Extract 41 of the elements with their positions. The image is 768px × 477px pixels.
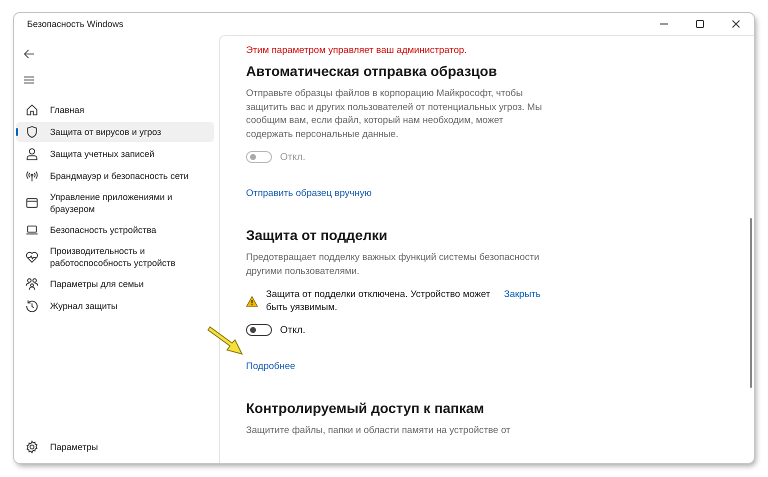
back-arrow-icon bbox=[23, 48, 35, 60]
close-icon bbox=[731, 19, 741, 29]
scrollbar[interactable] bbox=[750, 218, 752, 388]
toggle-label: Откл. bbox=[280, 324, 306, 336]
toggle-switch[interactable] bbox=[246, 324, 272, 336]
heart-pulse-icon bbox=[25, 250, 39, 264]
sidebar-item[interactable]: Защита учетных записей bbox=[16, 144, 214, 164]
section-description: Предотвращает подделку важных функций системы безопасности другими пользователями. bbox=[246, 251, 540, 278]
home-icon bbox=[25, 103, 39, 117]
window-title: Безопасность Windows bbox=[27, 19, 124, 29]
warning-icon bbox=[246, 296, 258, 306]
sidebar-item[interactable]: Параметры для семьи bbox=[16, 274, 214, 294]
warning-text: Защита от подделки отключена. Устройство может быть уязвимым. bbox=[266, 288, 492, 314]
sidebar-item[interactable]: Защита от вирусов и угроз bbox=[16, 122, 214, 142]
person-icon bbox=[25, 147, 39, 161]
settings-icon bbox=[25, 440, 39, 454]
maximize-icon bbox=[695, 19, 705, 29]
sidebar-item[interactable]: Главная bbox=[16, 100, 214, 120]
wireless-signal-icon bbox=[25, 169, 39, 183]
sidebar-item[interactable]: Производительность и работоспособность устройств bbox=[16, 242, 214, 272]
settings-item[interactable]: Параметры bbox=[16, 437, 214, 457]
section-heading: Автоматическая отправка образцов bbox=[246, 63, 498, 79]
family-icon bbox=[25, 277, 39, 291]
history-clock-icon bbox=[25, 299, 39, 313]
section-link[interactable]: Отправить образец вручную bbox=[246, 188, 372, 199]
section-heading: Контролируемый доступ к папкам bbox=[246, 400, 486, 416]
section-description: Защитите файлы, папки и области памяти на устройстве от bbox=[246, 424, 512, 438]
sidebar-item[interactable]: Безопасность устройства bbox=[16, 220, 214, 240]
browser-window-icon bbox=[25, 196, 39, 210]
shield-icon bbox=[25, 125, 39, 139]
sidebar-item[interactable]: Брандмауэр и безопасность сети bbox=[16, 166, 214, 186]
menu-icon bbox=[23, 74, 35, 86]
section-heading: Защита от подделки bbox=[246, 227, 388, 243]
toggle-label: Откл. bbox=[280, 152, 306, 162]
dismiss-link[interactable]: Закрыть bbox=[504, 288, 541, 301]
sidebar-item[interactable]: Журнал защиты bbox=[16, 296, 214, 316]
admin-notice: Этим параметром управляет ваш администратор. bbox=[246, 45, 468, 56]
section-description: Отправьте образцы файлов в корпорацию Майкрософт, чтобы защитить вас и других пользователей от потенциальных угроз. Мы сообщим вам, если файл, который нам необходим, может содержать персональные данные. bbox=[246, 87, 543, 141]
section-link[interactable]: Подробнее bbox=[246, 361, 296, 372]
sidebar-item[interactable]: Управление приложениями и браузером bbox=[16, 188, 214, 218]
laptop-icon bbox=[25, 223, 39, 237]
